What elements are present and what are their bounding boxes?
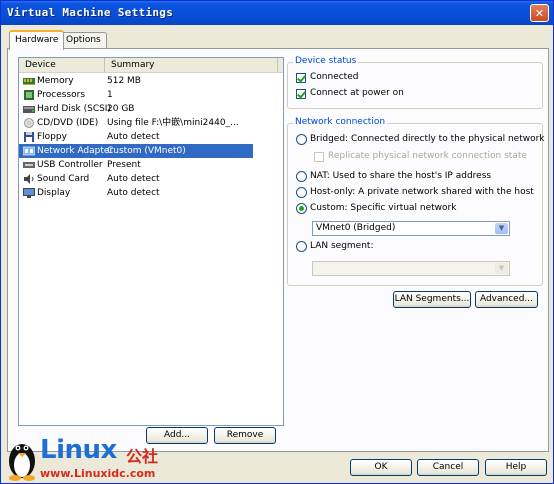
device-name: Floppy [37,132,67,142]
device-name: Processors [37,90,86,100]
device-list-header: Device Summary [19,58,283,73]
nat-label[interactable]: NAT: Used to share the host's IP address [310,171,491,181]
tab-options[interactable]: Options [60,32,107,48]
device-name: CD/DVD (IDE) [37,118,99,128]
connected-label[interactable]: Connected [310,72,358,82]
device-summary: Present [107,160,141,170]
chevron-down-icon[interactable]: ▼ [495,223,508,234]
device-row-sound-card[interactable]: Sound Card Auto detect [19,172,253,186]
column-header-summary[interactable]: Summary [105,58,278,72]
lan-segment-label[interactable]: LAN segment: [310,241,373,251]
floppy-icon [24,132,34,142]
help-button[interactable]: Help [485,459,547,476]
custom-network-select[interactable]: VMnet0 (Bridged) ▼ [312,221,510,236]
device-list[interactable]: Device Summary Memory 512 MB Processors … [18,57,284,426]
hard-disk-icon [23,106,35,113]
column-header-device[interactable]: Device [19,58,105,72]
device-row-memory[interactable]: Memory 512 MB [19,74,253,88]
window-title: Virtual Machine Settings [7,6,174,19]
network-adapter-icon [23,146,35,156]
device-summary: Auto detect [107,188,160,198]
device-summary: Auto detect [107,174,160,184]
cancel-button[interactable]: Cancel [417,459,479,476]
lan-segment-radio[interactable] [296,241,307,252]
device-row-network-adapter[interactable]: Network Adapter Custom (VMnet0) [19,144,253,158]
custom-label[interactable]: Custom: Specific virtual network [310,203,456,213]
device-name: Network Adapter [37,146,114,156]
ok-button-label: OK [374,462,388,472]
help-button-label: Help [505,462,527,472]
close-button[interactable]: ✕ [530,4,549,22]
linuxidc-watermark: Linux 公社 www.Linuxidc.com [4,435,184,483]
watermark-brand-suffix: 公社 [126,447,159,466]
lan-segment-select[interactable]: ▼ [312,261,510,276]
device-name: Sound Card [37,174,90,184]
lan-segments-button-label: LAN Segments... [394,294,470,304]
device-row-hard-disk[interactable]: Hard Disk (SCSI) 20 GB [19,102,253,116]
bridged-label[interactable]: Bridged: Connected directly to the physi… [310,134,545,144]
connect-at-power-on-checkbox[interactable] [296,89,306,99]
host-only-radio[interactable] [296,187,307,198]
processor-icon [24,90,34,100]
cancel-button-label: Cancel [432,462,464,472]
advanced-button[interactable]: Advanced... [475,291,538,308]
title-bar[interactable]: Virtual Machine Settings ✕ [1,1,553,25]
hardware-tab-panel: Device Summary Memory 512 MB Processors … [7,48,549,452]
watermark-brand: Linux [40,435,117,465]
device-row-processors[interactable]: Processors 1 [19,88,253,102]
device-status-group: Device status Connected Connect at power… [287,56,543,109]
tab-options-label: Options [66,35,101,45]
watermark-url: www.Linuxidc.com [40,467,156,480]
device-summary: Auto detect [107,132,160,142]
penguin-icon [9,444,35,481]
device-row-usb-controller[interactable]: USB Controller Present [19,158,253,172]
device-row-cd-dvd[interactable]: CD/DVD (IDE) Using file F:\中嵌\mini2440_.… [19,116,253,130]
device-summary: 20 GB [107,104,135,114]
device-row-display[interactable]: Display Auto detect [19,186,253,200]
sound-card-icon [24,174,34,184]
usb-icon [23,162,35,168]
device-name: Hard Disk (SCSI) [37,104,111,114]
replicate-checkbox[interactable] [314,152,324,162]
device-summary: Using file F:\中嵌\mini2440_... [107,118,239,128]
device-summary: Custom (VMnet0) [107,146,186,156]
cd-dvd-icon [24,118,34,128]
device-name: Display [37,188,71,198]
column-header-summary-label: Summary [111,60,155,70]
replicate-label[interactable]: Replicate physical network connection st… [328,151,527,161]
tab-hardware[interactable]: Hardware [9,30,65,50]
device-status-title: Device status [293,56,359,66]
remove-button[interactable]: Remove [214,427,276,444]
connect-at-power-on-label[interactable]: Connect at power on [310,88,404,98]
device-name: USB Controller [37,160,103,170]
device-summary: 1 [107,90,113,100]
device-row-floppy[interactable]: Floppy Auto detect [19,130,253,144]
advanced-button-label: Advanced... [479,294,534,304]
network-connection-group: Network connection Bridged: Connected di… [287,117,545,286]
host-only-label[interactable]: Host-only: A private network shared with… [310,187,534,197]
remove-button-label: Remove [226,430,264,440]
bridged-radio[interactable] [296,134,307,145]
device-name: Memory [37,76,74,86]
connected-checkbox[interactable] [296,73,306,83]
column-header-device-label: Device [25,60,56,70]
chevron-down-icon[interactable]: ▼ [495,263,508,274]
custom-radio[interactable] [296,203,307,214]
device-summary: 512 MB [107,76,141,86]
display-icon [23,188,35,198]
memory-icon [23,78,35,85]
custom-network-value: VMnet0 (Bridged) [316,223,396,233]
network-connection-title: Network connection [293,117,388,127]
lan-segments-button[interactable]: LAN Segments... [393,291,471,308]
nat-radio[interactable] [296,171,307,182]
vm-settings-window: Virtual Machine Settings ✕ Hardware Opti… [0,0,554,484]
tab-hardware-label: Hardware [15,35,59,45]
ok-button[interactable]: OK [350,459,412,476]
